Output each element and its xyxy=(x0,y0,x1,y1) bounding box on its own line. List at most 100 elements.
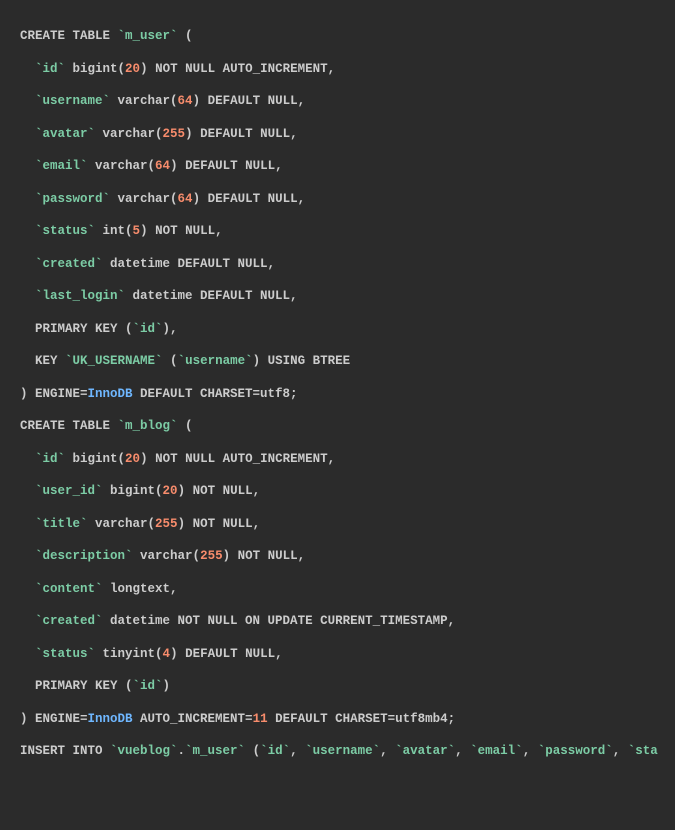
code-token: ) DEFAULT NULL, xyxy=(185,127,298,141)
code-token xyxy=(20,582,35,596)
code-token: `username` xyxy=(178,354,253,368)
code-token: 255 xyxy=(200,549,223,563)
code-token xyxy=(20,127,35,141)
code-token: bigint( xyxy=(65,62,125,76)
code-token: `email` xyxy=(35,159,88,173)
code-token: `email` xyxy=(470,744,523,758)
code-token: `last_login` xyxy=(35,289,125,303)
code-token: `sta xyxy=(628,744,658,758)
code-token: ) DEFAULT NULL, xyxy=(193,192,306,206)
code-token: varchar( xyxy=(110,94,178,108)
code-token: `username` xyxy=(305,744,380,758)
code-token: ) NOT NULL AUTO_INCREMENT, xyxy=(140,452,335,466)
code-token: datetime DEFAULT NULL, xyxy=(103,257,276,271)
code-token: bigint( xyxy=(103,484,163,498)
code-token: 4 xyxy=(163,647,171,661)
code-token: 11 xyxy=(253,712,268,726)
code-token: ) NOT NULL, xyxy=(178,517,261,531)
code-token: int( xyxy=(95,224,133,238)
code-token: ) NOT NULL, xyxy=(178,484,261,498)
code-token: AUTO_INCREMENT= xyxy=(133,712,253,726)
code-token: DEFAULT CHARSET=utf8; xyxy=(133,387,298,401)
code-token: longtext, xyxy=(103,582,178,596)
code-token: `avatar` xyxy=(395,744,455,758)
code-token: `password` xyxy=(538,744,613,758)
code-token: varchar( xyxy=(133,549,201,563)
code-token: PRIMARY KEY ( xyxy=(20,679,133,693)
code-token: ) USING BTREE xyxy=(253,354,351,368)
code-token: datetime NOT NULL ON UPDATE CURRENT_TIME… xyxy=(103,614,456,628)
code-token: 20 xyxy=(163,484,178,498)
code-token: , xyxy=(613,744,628,758)
code-token xyxy=(20,62,35,76)
code-token xyxy=(20,94,35,108)
code-token: ) xyxy=(163,679,171,693)
code-token xyxy=(20,224,35,238)
code-token: tinyint( xyxy=(95,647,163,661)
code-token: ( xyxy=(178,29,193,43)
code-token: 20 xyxy=(125,452,140,466)
code-token: `id` xyxy=(260,744,290,758)
code-token: ) DEFAULT NULL, xyxy=(170,159,283,173)
code-token: PRIMARY KEY ( xyxy=(20,322,133,336)
code-token: `m_user` xyxy=(118,29,178,43)
code-token: `username` xyxy=(35,94,110,108)
code-token: ( xyxy=(245,744,260,758)
code-token: CREATE TABLE xyxy=(20,29,118,43)
code-token xyxy=(20,289,35,303)
code-token xyxy=(20,517,35,531)
code-token: ) ENGINE= xyxy=(20,387,88,401)
code-token: `created` xyxy=(35,614,103,628)
code-token: ( xyxy=(178,419,193,433)
code-block: CREATE TABLE `m_user` ( `id` bigint(20) … xyxy=(0,0,675,788)
code-token: `user_id` xyxy=(35,484,103,498)
code-token: `status` xyxy=(35,647,95,661)
code-token: `id` xyxy=(35,452,65,466)
code-token: 255 xyxy=(163,127,186,141)
code-token: varchar( xyxy=(110,192,178,206)
code-token xyxy=(20,647,35,661)
code-token: datetime DEFAULT NULL, xyxy=(125,289,298,303)
code-token: InnoDB xyxy=(88,712,133,726)
code-token xyxy=(20,549,35,563)
code-token: 64 xyxy=(178,192,193,206)
code-token: 64 xyxy=(178,94,193,108)
code-token: ) NOT NULL AUTO_INCREMENT, xyxy=(140,62,335,76)
code-token: varchar( xyxy=(95,127,163,141)
code-token: bigint( xyxy=(65,452,125,466)
code-token xyxy=(20,159,35,173)
code-token: ) ENGINE= xyxy=(20,712,88,726)
code-token: ( xyxy=(163,354,178,368)
code-token: 20 xyxy=(125,62,140,76)
code-token: KEY xyxy=(20,354,65,368)
code-token: 255 xyxy=(155,517,178,531)
code-token: ) NOT NULL, xyxy=(140,224,223,238)
code-token: ) DEFAULT NULL, xyxy=(193,94,306,108)
code-token: `id` xyxy=(133,679,163,693)
code-token: ) DEFAULT NULL, xyxy=(170,647,283,661)
code-token: , xyxy=(290,744,305,758)
code-token: CREATE TABLE xyxy=(20,419,118,433)
code-editor[interactable]: CREATE TABLE `m_user` ( `id` bigint(20) … xyxy=(0,0,675,830)
code-token: DEFAULT CHARSET=utf8mb4; xyxy=(268,712,456,726)
code-token xyxy=(20,484,35,498)
code-token xyxy=(20,257,35,271)
code-token: `content` xyxy=(35,582,103,596)
code-token: 64 xyxy=(155,159,170,173)
code-token: `title` xyxy=(35,517,88,531)
code-token: `password` xyxy=(35,192,110,206)
code-token: INSERT INTO xyxy=(20,744,110,758)
code-token: `vueblog` xyxy=(110,744,178,758)
code-token: `m_blog` xyxy=(118,419,178,433)
code-token: `m_user` xyxy=(185,744,245,758)
code-token: `UK_USERNAME` xyxy=(65,354,163,368)
code-token: . xyxy=(178,744,186,758)
code-token xyxy=(20,614,35,628)
code-token xyxy=(20,452,35,466)
code-token: ) NOT NULL, xyxy=(223,549,306,563)
code-token: , xyxy=(523,744,538,758)
code-token: 5 xyxy=(133,224,141,238)
code-token: `id` xyxy=(133,322,163,336)
code-token xyxy=(20,192,35,206)
code-token: `status` xyxy=(35,224,95,238)
